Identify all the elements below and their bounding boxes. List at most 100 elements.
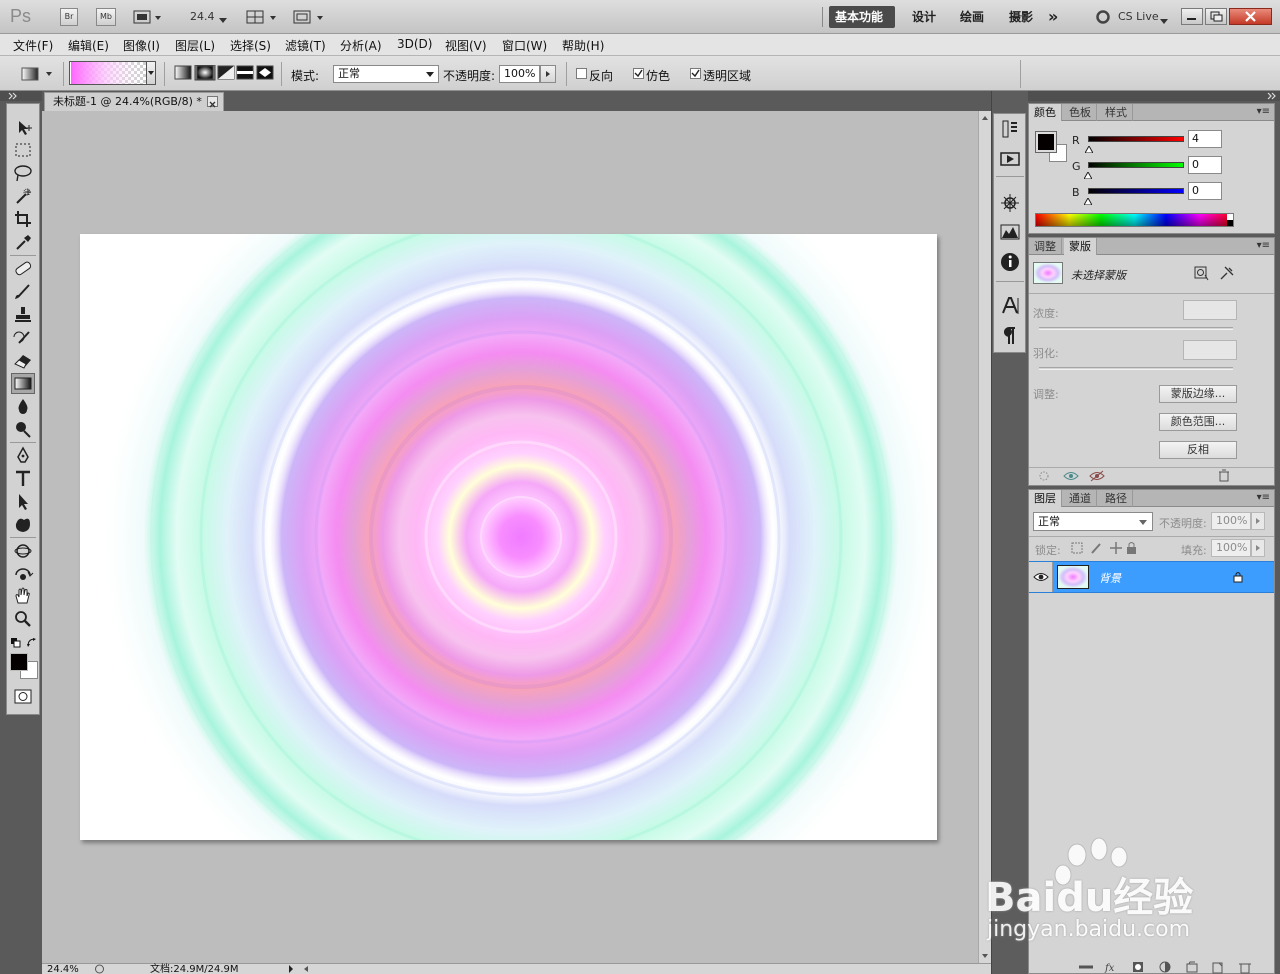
b-value-input[interactable]: 0: [1188, 182, 1222, 200]
opacity-slider-button[interactable]: [540, 65, 556, 83]
r-slider[interactable]: [1088, 136, 1184, 142]
layer-row-background[interactable]: 背景: [1029, 561, 1274, 593]
eyedropper-tool[interactable]: [11, 232, 35, 253]
apply-mask-icon[interactable]: [1063, 470, 1079, 482]
color-range-button[interactable]: 颜色范围...: [1159, 413, 1237, 431]
transparency-checkbox[interactable]: [690, 68, 701, 79]
menu-layer[interactable]: 图层(L): [175, 37, 215, 54]
blur-tool[interactable]: [11, 396, 35, 417]
hand-tool[interactable]: [11, 586, 35, 607]
default-colors-icon[interactable]: [11, 637, 21, 648]
layer-name[interactable]: 背景: [1099, 570, 1121, 586]
eraser-tool[interactable]: [11, 350, 35, 371]
document-canvas[interactable]: [80, 234, 937, 840]
fill-input[interactable]: 100%: [1211, 539, 1251, 557]
density-input[interactable]: [1183, 300, 1237, 320]
status-menu-arrow-icon[interactable]: [286, 964, 296, 974]
r-value-input[interactable]: 4: [1188, 130, 1222, 148]
lasso-tool[interactable]: [11, 163, 35, 184]
g-slider[interactable]: [1088, 162, 1184, 168]
info-panel-icon[interactable]: [998, 250, 1022, 274]
panel-menu-icon[interactable]: ▾≡: [1257, 106, 1270, 117]
g-value-input[interactable]: 0: [1188, 156, 1222, 174]
color-foreground-swatch[interactable]: [1035, 131, 1057, 153]
tab-channels[interactable]: 通道: [1064, 490, 1097, 507]
b-slider-handle[interactable]: [1083, 194, 1093, 206]
link-layers-icon[interactable]: [1077, 960, 1093, 974]
3d-rotate-tool[interactable]: [11, 540, 35, 561]
zoom-dropdown-icon[interactable]: [219, 13, 227, 23]
new-group-icon[interactable]: [1185, 960, 1199, 974]
b-slider[interactable]: [1088, 188, 1184, 194]
reverse-checkbox[interactable]: [576, 68, 587, 79]
foreground-color-swatch[interactable]: [10, 653, 28, 671]
vector-mask-icon[interactable]: [1219, 265, 1235, 281]
load-selection-icon[interactable]: [1037, 470, 1051, 482]
character-panel-icon[interactable]: [998, 294, 1022, 318]
layer-style-fx-icon[interactable]: [1103, 960, 1119, 974]
menu-view[interactable]: 视图(V): [445, 37, 487, 54]
delete-mask-icon[interactable]: [1218, 469, 1230, 482]
tab-swatches[interactable]: 色板: [1064, 104, 1097, 121]
restore-icon[interactable]: [1205, 8, 1227, 25]
tab-color[interactable]: 颜色: [1029, 104, 1062, 121]
cs-live-button[interactable]: CS Live: [1118, 10, 1159, 23]
history-panel-icon[interactable]: [998, 117, 1022, 141]
paragraph-panel-icon[interactable]: [998, 324, 1022, 348]
3d-orbit-tool[interactable]: [11, 563, 35, 584]
screen-mode-button[interactable]: [293, 9, 327, 25]
zoom-level[interactable]: 24.4: [190, 10, 215, 23]
lock-transparent-pixels-icon[interactable]: [1072, 541, 1084, 555]
mode-select[interactable]: 正常: [333, 65, 439, 83]
close-document-icon[interactable]: [207, 96, 218, 108]
menu-file[interactable]: 文件(F): [13, 37, 53, 54]
linear-gradient-button[interactable]: [180, 65, 196, 81]
workspace-painting[interactable]: 绘画: [954, 6, 990, 28]
navigator-panel-icon[interactable]: [998, 191, 1022, 215]
layer-visibility-toggle[interactable]: [1029, 562, 1053, 592]
delete-layer-icon[interactable]: [1237, 960, 1251, 974]
minimize-icon[interactable]: [1181, 8, 1203, 25]
tab-adjustments[interactable]: 调整: [1029, 238, 1062, 255]
quick-mask-button[interactable]: [11, 686, 35, 707]
density-slider[interactable]: [1039, 327, 1233, 330]
workspace-design[interactable]: 设计: [906, 6, 942, 28]
tab-paths[interactable]: 路径: [1100, 490, 1133, 507]
layer-thumbnail[interactable]: [1057, 565, 1089, 589]
lock-all-icon[interactable]: [1126, 541, 1138, 555]
zoom-tool[interactable]: [11, 609, 35, 630]
gradient-picker[interactable]: [69, 61, 156, 85]
feather-slider[interactable]: [1039, 367, 1233, 370]
swap-colors-icon[interactable]: [27, 637, 37, 647]
menu-image[interactable]: 图像(I): [123, 37, 160, 54]
histogram-panel-icon[interactable]: [998, 220, 1022, 244]
quick-selection-tool[interactable]: [11, 186, 35, 207]
brush-tool[interactable]: [11, 281, 35, 302]
layer-opacity-input[interactable]: 100%: [1211, 512, 1251, 530]
panel-menu-icon[interactable]: ▾≡: [1257, 492, 1270, 503]
tab-styles[interactable]: 样式: [1100, 104, 1133, 121]
feather-input[interactable]: [1183, 340, 1237, 360]
vertical-scrollbar[interactable]: [978, 111, 991, 963]
history-brush-tool[interactable]: [11, 327, 35, 348]
panel-menu-icon[interactable]: ▾≡: [1257, 240, 1270, 251]
dither-checkbox[interactable]: [633, 68, 644, 79]
spot-healing-tool[interactable]: [11, 258, 35, 279]
blend-mode-select[interactable]: 正常: [1033, 512, 1153, 531]
color-spectrum-bar[interactable]: [1035, 213, 1234, 227]
mask-edge-button[interactable]: 蒙版边缘...: [1159, 385, 1237, 403]
menu-edit[interactable]: 编辑(E): [68, 37, 109, 54]
menu-select[interactable]: 选择(S): [230, 37, 271, 54]
crop-tool[interactable]: [11, 209, 35, 230]
menu-3d[interactable]: 3D(D): [397, 37, 432, 51]
move-tool[interactable]: [11, 117, 35, 138]
status-zoom[interactable]: 24.4%: [47, 964, 79, 974]
add-layer-mask-icon[interactable]: [1131, 960, 1145, 974]
tool-preset-picker[interactable]: [10, 65, 56, 83]
bridge-button[interactable]: Br: [60, 8, 78, 26]
pen-tool[interactable]: [11, 445, 35, 466]
fill-slider-button[interactable]: [1251, 539, 1265, 557]
marquee-tool[interactable]: [11, 140, 35, 161]
cs-live-dropdown-icon[interactable]: [1160, 14, 1168, 28]
menu-analysis[interactable]: 分析(A): [340, 37, 382, 54]
